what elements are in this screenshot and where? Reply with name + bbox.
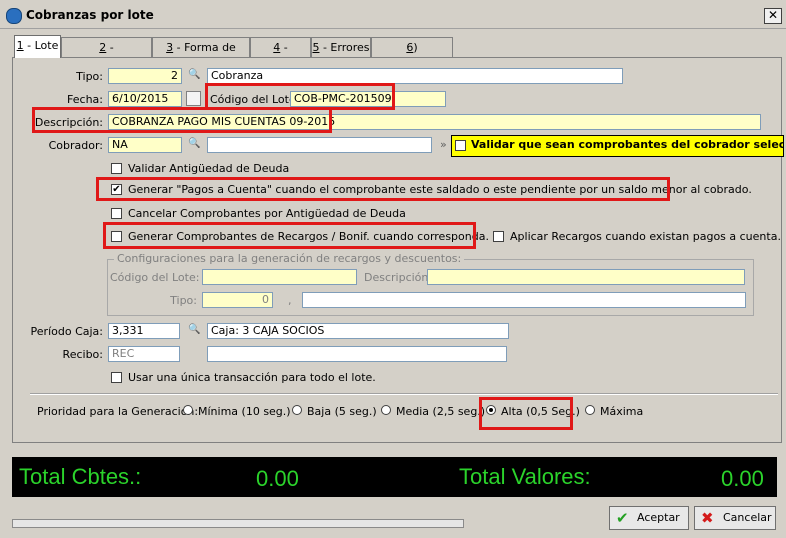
tab-forma-de-pago[interactable]: 3 - Forma de Pago [152,37,250,74]
antiguedad-checkbox[interactable] [111,163,122,174]
prioridad-media-label: Media (2,5 seg.) [396,405,486,418]
prioridad-media-radio[interactable] [381,405,391,415]
app-icon [6,8,22,24]
title-bar: Cobranzas por lote ✕ [0,0,786,29]
checkmark-icon: ✔ [616,509,629,527]
total-valores-label: Total Valores: [459,464,591,489]
antiguedad-label: Validar Antigüedad de Deuda [128,162,290,175]
fecha-input[interactable]: 6/10/2015 [108,91,182,107]
cobrador-description-field [207,137,432,153]
recibo-input[interactable]: REC [108,346,180,362]
highlight-recargos [103,222,476,249]
grp-descripcion-label: Descripción: [364,271,433,284]
close-icon: ✕ [767,8,779,22]
tab-observacion[interactable]: 6) Observación [371,37,453,74]
progress-bar [12,519,464,528]
window-title: Cobranzas por lote [26,8,154,22]
tipo-description-field: Cobranza [207,68,623,84]
highlight-descripcion [32,107,332,133]
highlight-prioridad-alta [479,397,573,430]
prioridad-baja-radio[interactable] [292,405,302,415]
grp-codigo-input[interactable] [202,269,357,285]
grp-tipo-input[interactable]: 0 [202,292,273,308]
grp-descripcion-input[interactable] [427,269,745,285]
aceptar-button[interactable]: ✔ Aceptar [609,506,689,530]
highlight-pagos-cuenta [96,177,670,201]
aplicar-recargos-label: Aplicar Recargos cuando existan pagos a … [510,230,781,243]
totals-bar: Total Cbtes.: 0.00 Total Valores: 0.00 [12,457,777,497]
prioridad-maxima-label: Máxima [600,405,644,418]
total-cbtes-label: Total Cbtes.: [19,464,142,489]
cancelar-antiguedad-checkbox[interactable] [111,208,122,219]
highlight-codigo-lote [205,83,395,110]
grp-tipo-description-field [302,292,746,308]
validar-cobrador-label: Validar que sean comprobantes del cobrad… [471,138,783,151]
tab-comprobantes[interactable]: 2 - Comprobantes [61,37,152,74]
cancelar-antiguedad-label: Cancelar Comprobantes por Antigüedad de … [128,207,406,220]
caja-description-field: Caja: 3 CAJA SOCIOS [207,323,509,339]
grp-tipo-label: Tipo: [170,294,197,307]
tab-errores[interactable]: 5 - Errores [311,37,371,57]
tipo-input[interactable]: 2 [108,68,182,84]
search-icon[interactable]: 🔍 [188,324,200,335]
unica-transaccion-checkbox[interactable] [111,372,122,383]
unica-transaccion-label: Usar una única transacción para todo el … [128,371,376,384]
prioridad-minima-radio[interactable] [183,405,193,415]
grp-comma: , [288,294,292,307]
prioridad-baja-label: Baja (5 seg.) [307,405,377,418]
cancelar-button[interactable]: ✖ Cancelar [694,506,776,530]
total-cbtes-value: 0.00 [256,466,299,491]
cross-icon: ✖ [701,509,714,527]
cobrador-label: Cobrador: [48,139,103,152]
fecha-label: Fecha: [67,93,103,106]
divider [30,393,778,395]
tab-asiento[interactable]: 4 - Asiento [250,37,311,74]
periodo-caja-label: Período Caja: [30,325,103,338]
search-icon[interactable]: 🔍 [188,138,200,149]
periodo-caja-input[interactable]: 3,331 [108,323,180,339]
aplicar-recargos-checkbox[interactable] [493,231,504,242]
recibo-description-field [207,346,507,362]
close-button[interactable]: ✕ [764,8,782,24]
prioridad-label: Prioridad para la Generación: [37,405,199,418]
recibo-label: Recibo: [62,348,103,361]
calendar-icon[interactable] [186,91,201,106]
validar-cobrador-checkbox[interactable] [455,140,466,151]
search-icon[interactable]: 🔍 [188,69,200,80]
cobrador-input[interactable]: NA [108,137,182,153]
group-title: Configuraciones para la generación de re… [114,252,465,265]
total-valores-value: 0.00 [721,466,764,491]
prioridad-minima-label: Mínima (10 seg.) [198,405,291,418]
expand-arrow-icon[interactable]: » [440,138,447,151]
grp-codigo-label: Código del Lote: [110,271,200,284]
tab-lote[interactable]: 1 - Lote [14,35,61,58]
tipo-label: Tipo: [76,70,103,83]
prioridad-maxima-radio[interactable] [585,405,595,415]
